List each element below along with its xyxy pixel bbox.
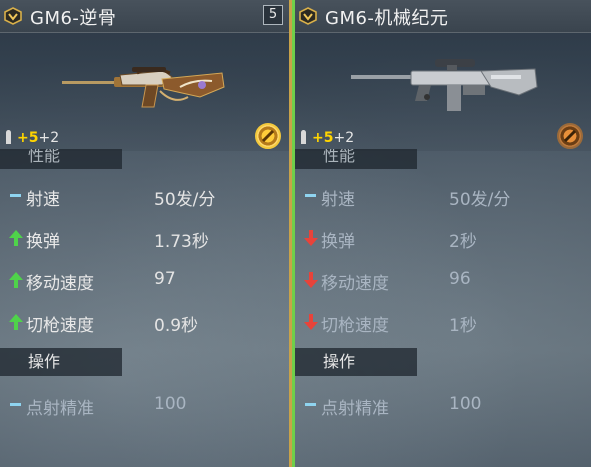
weapon-title: GM6-机械纪元 bbox=[325, 8, 449, 29]
no-change-icon bbox=[304, 188, 318, 204]
arrow-up-icon bbox=[9, 272, 23, 288]
stat-row: 移动速度 97 bbox=[0, 261, 289, 301]
attachment-coin-icon[interactable] bbox=[557, 123, 583, 149]
card-header: GM6-机械纪元 bbox=[295, 0, 591, 33]
arrow-down-icon bbox=[304, 272, 318, 288]
bullet-icon bbox=[301, 130, 306, 144]
weapon-title: GM6-逆骨 bbox=[30, 8, 117, 29]
rank-chevron-icon bbox=[299, 7, 317, 25]
sniper-rifle-image bbox=[62, 67, 225, 108]
sniper-rifle-image bbox=[351, 59, 538, 111]
section-operation: 操作 bbox=[0, 348, 122, 376]
no-change-icon bbox=[304, 397, 318, 413]
stat-row: 点射精准 100 bbox=[295, 386, 591, 426]
no-change-icon bbox=[9, 397, 23, 413]
stat-row: 射速 50发/分 bbox=[295, 177, 591, 217]
ammo-count: +5+2 bbox=[6, 130, 59, 146]
section-performance: 性能 bbox=[0, 149, 122, 169]
no-change-icon bbox=[9, 188, 23, 204]
weapon-card-right[interactable]: GM6-机械纪元 +5+2 性能 射速 50发/分 换弹 2秒 移动速度 96 … bbox=[292, 0, 591, 467]
card-header: GM6-逆骨 5 bbox=[0, 0, 289, 33]
stat-row: 移动速度 96 bbox=[295, 261, 591, 301]
weapon-preview: +5+2 bbox=[295, 33, 591, 151]
arrow-up-icon bbox=[9, 314, 23, 330]
stat-row: 换弹 1.73秒 bbox=[0, 219, 289, 259]
bullet-icon bbox=[6, 130, 11, 144]
section-operation: 操作 bbox=[295, 348, 417, 376]
attachment-coin-icon[interactable] bbox=[255, 123, 281, 149]
stat-row: 射速 50发/分 bbox=[0, 177, 289, 217]
stat-row: 切枪速度 0.9秒 bbox=[0, 303, 289, 343]
stat-row: 换弹 2秒 bbox=[295, 219, 591, 259]
arrow-up-icon bbox=[9, 230, 23, 246]
section-performance: 性能 bbox=[295, 149, 417, 169]
level-badge: 5 bbox=[263, 5, 283, 25]
arrow-down-icon bbox=[304, 230, 318, 246]
weapon-preview: +5+2 bbox=[0, 33, 289, 151]
stat-row: 切枪速度 1秒 bbox=[295, 303, 591, 343]
arrow-down-icon bbox=[304, 314, 318, 330]
stat-row: 点射精准 100 bbox=[0, 386, 289, 426]
weapon-card-left[interactable]: GM6-逆骨 5 +5+2 性能 射速 50发/分 换弹 1.73秒 移动速度 … bbox=[0, 0, 292, 467]
ammo-count: +5+2 bbox=[301, 130, 354, 146]
rank-chevron-icon bbox=[4, 7, 22, 25]
